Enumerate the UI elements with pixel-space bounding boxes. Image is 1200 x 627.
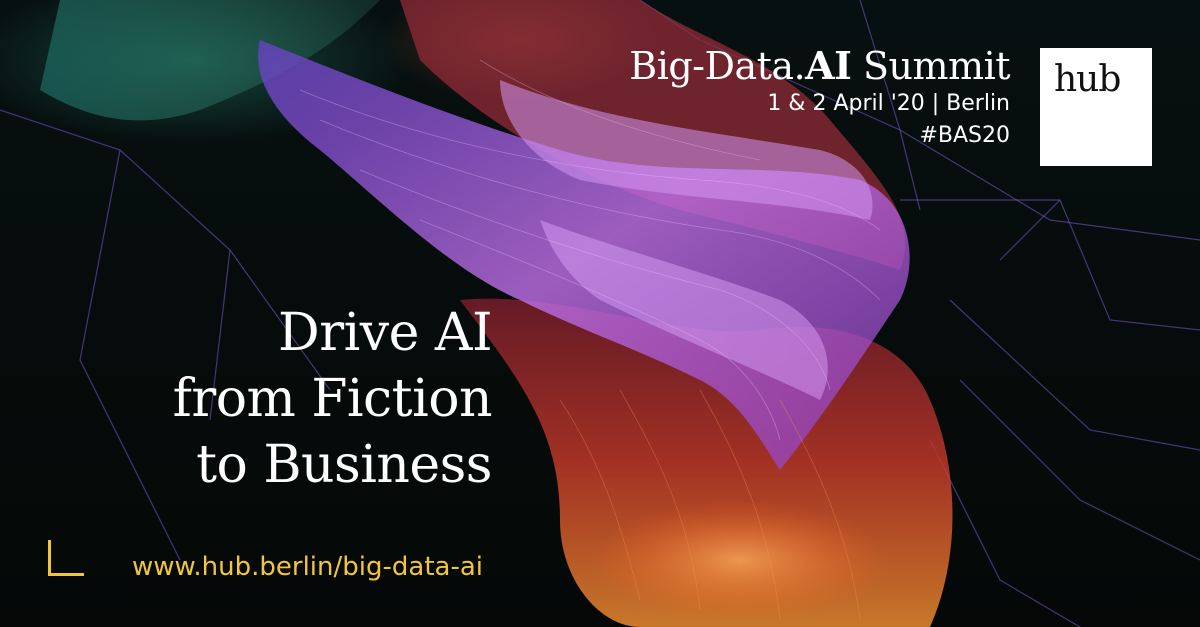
banner: Big-Data.AI Summit 1 & 2 April '20 | Ber…: [0, 0, 1200, 627]
website-url: www.hub.berlin/big-data-ai: [132, 552, 483, 582]
event-hashtag: #BAS20: [919, 123, 1010, 148]
corner-bracket-icon: [48, 540, 84, 576]
event-title-block: Big-Data.AI Summit 1 & 2 April '20 | Ber…: [629, 44, 1010, 152]
hub-logo: hub: [1040, 48, 1152, 166]
headline-line-2: from Fiction: [172, 369, 493, 429]
headline-line-1: Drive AI: [278, 303, 492, 363]
hub-logo-text: hub: [1054, 59, 1121, 100]
headline-line-3: to Business: [196, 435, 492, 495]
headline: Drive AI from Fiction to Business: [172, 300, 493, 498]
event-date-location: 1 & 2 April '20 | Berlin: [767, 91, 1010, 116]
event-title: Big-Data.AI Summit: [629, 43, 1010, 89]
